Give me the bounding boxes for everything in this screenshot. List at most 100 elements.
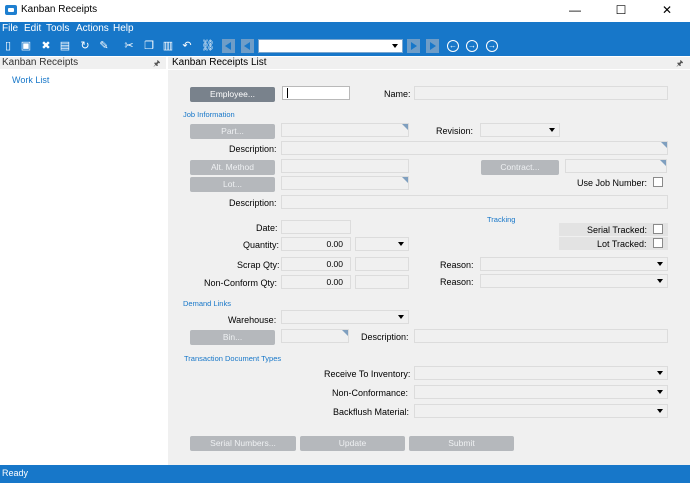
update-button[interactable]: Update [300,436,405,451]
refresh-icon[interactable]: ↻ [79,40,91,52]
left-panel-header: Kanban Receipts 🖈 [0,57,166,69]
close-button[interactable]: ✕ [644,0,690,22]
name-field [414,86,668,100]
save-icon[interactable]: ▣ [20,40,32,52]
menu-actions[interactable]: Actions [76,23,109,34]
demand-links-section: Demand Links [183,299,231,308]
bin-description-field [414,329,668,343]
status-bar: Ready [0,465,690,483]
go-icon[interactable]: → [486,40,498,52]
left-panel-title: Kanban Receipts [2,57,79,68]
transaction-document-types-section: Transaction Document Types [184,354,282,363]
submit-button[interactable]: Submit [409,436,514,451]
employee-input[interactable] [282,86,350,100]
window-title: Kanban Receipts [21,4,98,15]
part-description-field [281,141,668,155]
cut-icon[interactable]: ✂ [123,40,135,52]
quantity-field[interactable]: 0.00 [281,237,351,251]
non-conform-uom-field [355,275,409,289]
chevron-down-icon [657,279,663,283]
non-conform-qty-label: Non-Conform Qty: [204,278,278,288]
last-record-icon[interactable] [426,39,439,53]
chevron-down-icon [657,409,663,413]
work-list-link[interactable]: Work List [12,75,49,85]
part-description-label: Description: [229,144,277,154]
scrap-reason-select[interactable] [480,257,668,271]
paste-icon[interactable]: ▥ [162,40,174,52]
left-panel: Work List [0,69,166,465]
previous-record-icon[interactable] [241,39,254,53]
maximize-button[interactable]: ☐ [598,0,644,22]
first-record-icon[interactable] [222,39,235,53]
name-label: Name: [384,89,411,99]
date-label: Date: [256,223,278,233]
non-conform-qty-field[interactable]: 0.00 [281,275,351,289]
status-text: Ready [2,468,29,478]
receive-to-inventory-label: Receive To Inventory: [324,369,411,379]
serial-tracked-checkbox [653,224,663,234]
menu-bar: File Edit Tools Actions Help [0,22,690,37]
chevron-down-icon [398,242,404,246]
lot-button[interactable]: Lot... [190,177,275,192]
scrap-reason-label: Reason: [440,260,474,270]
back-icon[interactable]: ← [447,40,459,52]
kanban-receipts-form: Employee... Name: Job Information Part..… [168,70,690,465]
non-conformance-label: Non-Conformance: [332,388,409,398]
part-field[interactable] [281,123,409,137]
undo-icon[interactable]: ↶ [181,40,193,52]
title-bar: Kanban Receipts — ☐ ✕ [0,0,690,22]
lot-tracked-checkbox [653,238,663,248]
bin-field[interactable] [281,329,349,343]
next-record-icon[interactable] [407,39,420,53]
backflush-material-select[interactable] [414,404,668,418]
menu-edit[interactable]: Edit [24,23,41,34]
right-panel-title: Kanban Receipts List [172,57,267,68]
revision-select[interactable] [480,123,560,137]
scrap-qty-field[interactable]: 0.00 [281,257,351,271]
alt-method-button[interactable]: Alt. Method [190,160,275,175]
use-job-number-label: Use Job Number: [577,178,648,188]
quantity-uom-select[interactable] [355,237,409,251]
employee-button[interactable]: Employee... [190,87,275,102]
contract-field[interactable] [565,159,667,173]
use-job-number-checkbox[interactable] [653,177,663,187]
brush-icon[interactable]: ✎ [98,40,110,52]
binoculars-icon[interactable]: ⛓ [201,40,215,52]
job-information-section: Job Information [183,110,235,119]
non-conformance-select[interactable] [414,385,668,399]
copy-icon[interactable]: ❐ [143,40,155,52]
non-conform-reason-select[interactable] [480,274,668,288]
quantity-label: Quantity: [243,240,280,250]
serial-numbers-button[interactable]: Serial Numbers... [190,436,296,451]
forward-icon[interactable]: → [466,40,478,52]
new-icon[interactable]: ▯ [2,40,14,52]
bin-description-label: Description: [361,332,409,342]
receive-to-inventory-select[interactable] [414,366,668,380]
app-icon [5,5,17,15]
part-button[interactable]: Part... [190,124,275,139]
chevron-down-icon [549,128,555,132]
text-caret [287,88,288,98]
warehouse-select[interactable] [281,310,409,324]
serial-tracked-label: Serial Tracked: [587,225,648,235]
chevron-down-icon [398,315,404,319]
menu-file[interactable]: File [2,23,18,34]
clear-icon[interactable]: ▤ [59,40,71,52]
contract-button[interactable]: Contract... [481,160,559,175]
delete-icon[interactable]: ✖ [40,40,52,52]
lot-description-label: Description: [229,198,277,208]
alt-method-field[interactable] [281,159,409,173]
record-navigator-select[interactable] [258,39,403,53]
lot-description-field [281,195,668,209]
minimize-button[interactable]: — [552,0,598,22]
lot-field[interactable] [281,176,409,190]
date-field[interactable] [281,220,351,234]
scrap-uom-field [355,257,409,271]
menu-tools[interactable]: Tools [46,23,69,34]
bin-button[interactable]: Bin... [190,330,275,345]
lot-tracked-label: Lot Tracked: [597,239,647,249]
toolbar: ▯ ▣ ✖ ▤ ↻ ✎ ✂ ❐ ▥ ↶ ⛓ ← → → [0,37,690,56]
chevron-down-icon [390,41,401,51]
scrap-qty-label: Scrap Qty: [237,260,280,270]
menu-help[interactable]: Help [113,23,134,34]
